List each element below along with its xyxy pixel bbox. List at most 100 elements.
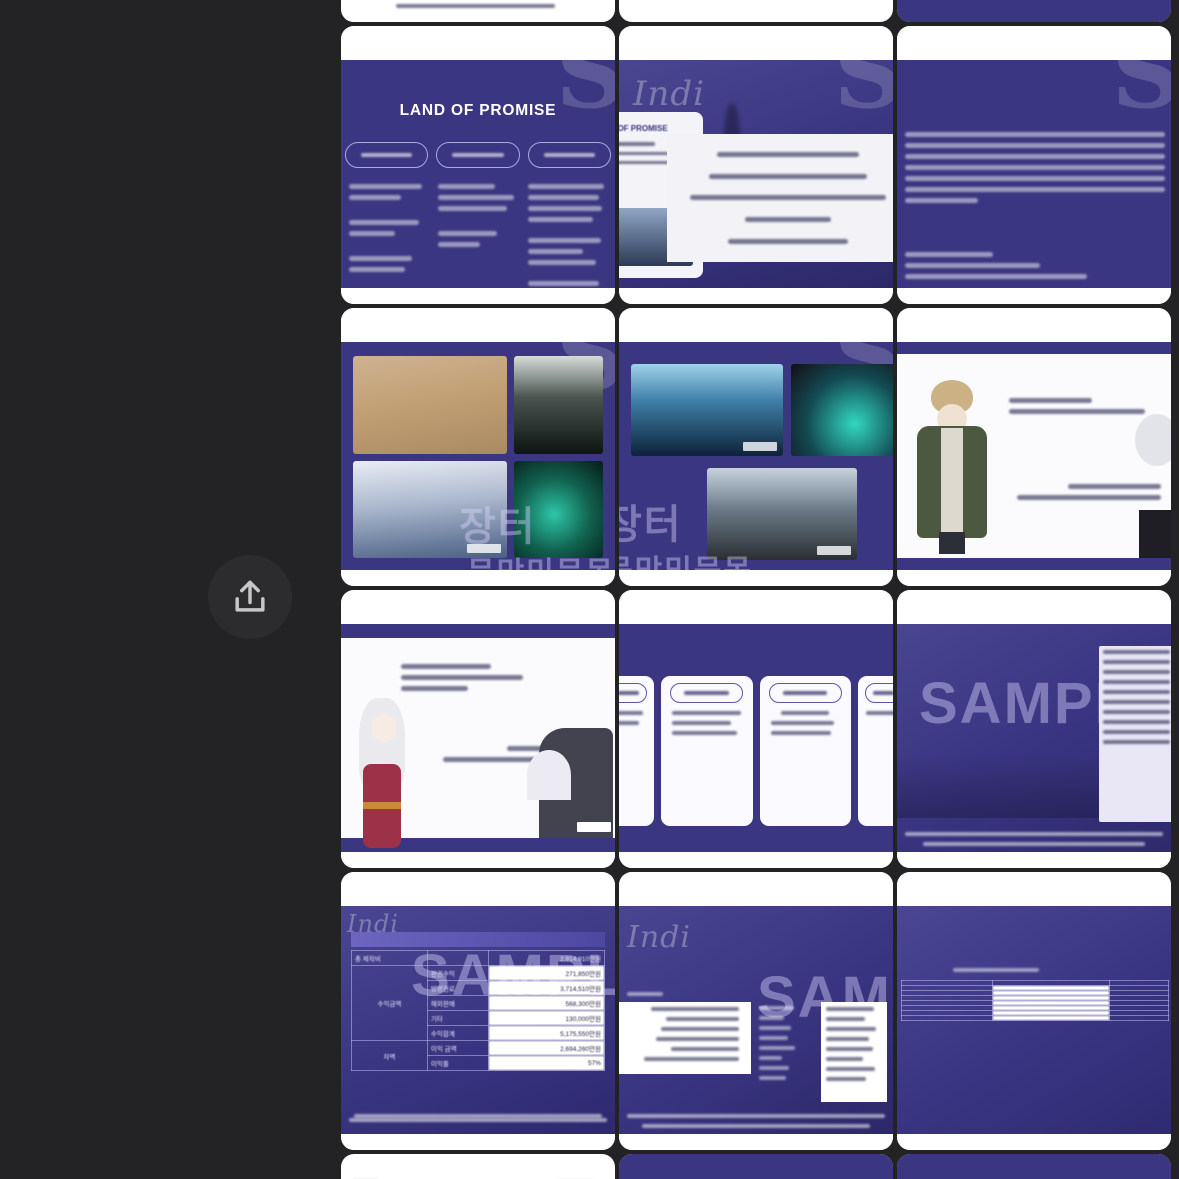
data-table-right (821, 1002, 887, 1102)
subcard-row (619, 676, 893, 826)
pill-row (345, 142, 611, 168)
slide-footnote (627, 1114, 885, 1128)
card-top-margin (341, 26, 615, 60)
image-grid (631, 356, 893, 560)
budget-table: 총 제작비 2,914,910만원 수익금액 판권수익 271,850만원 방영권료… (351, 950, 606, 1071)
card-bottom-margin (341, 852, 615, 868)
subcard (619, 676, 654, 826)
slide-card-budget-breakdown[interactable]: Indi SAMPLE (619, 872, 893, 1150)
slide-card[interactable] (341, 0, 615, 22)
slide-canvas: SAMPLE (897, 624, 1171, 852)
row-amount (991, 1015, 1111, 1021)
image-caption-chip (817, 546, 851, 555)
card-bottom-margin (619, 288, 893, 304)
gallery-viewer: Indi S LAND OF PROMISE (0, 0, 1179, 1179)
image-grid (353, 356, 603, 558)
subcard-body (866, 711, 893, 721)
slide-canvas: S (897, 60, 1171, 288)
card-bottom-margin (619, 570, 893, 586)
card-bottom-margin (619, 852, 893, 868)
card-top-margin (897, 590, 1171, 624)
slide-canvas: S Indi LAND OF PROMISE (619, 60, 893, 288)
table-label (627, 992, 663, 1002)
card-top-margin (619, 872, 893, 906)
slide-canvas (619, 624, 893, 852)
center-label-list (759, 1006, 809, 1086)
slide-canvas: Indi SAMPLE 총 제작비2,914,910만원 수익금액 판권수익27… (341, 906, 615, 1134)
mini-card-title: LAND OF PROMISE (619, 124, 668, 133)
secondary-character (1135, 414, 1171, 466)
slide-card-synopsis[interactable]: S (897, 26, 1171, 304)
dialogue-line (1001, 484, 1161, 506)
card-bottom-margin (897, 852, 1171, 868)
card-bottom-margin (897, 1134, 1171, 1150)
slide-grid: Indi S LAND OF PROMISE (341, 0, 1179, 1179)
image-ruined-landscape (707, 468, 857, 560)
slide-card-character-b[interactable] (341, 590, 615, 868)
subcard-caption (669, 683, 744, 703)
card-bottom-margin (341, 1134, 615, 1150)
subcard-caption (768, 683, 843, 703)
image-ice-castle (631, 364, 783, 456)
script-overlay: Indi (633, 74, 705, 114)
table-row: 총 제작비 2,914,910만원 (351, 950, 606, 966)
card-top-margin (897, 308, 1171, 342)
subcard-body (771, 711, 840, 741)
slide-card-logline[interactable]: S Indi LAND OF PROMISE (619, 26, 893, 304)
card-bottom-margin (897, 288, 1171, 304)
slide-canvas (897, 1154, 1171, 1179)
body-column (527, 184, 607, 286)
card-bottom-margin (897, 570, 1171, 586)
slide-card-character-a[interactable] (897, 308, 1171, 586)
slide-canvas: S LAND OF PROMISE (341, 60, 615, 288)
brand-letter: S (833, 60, 893, 130)
slide-card-structure[interactable] (619, 590, 893, 868)
table-title (953, 968, 1039, 978)
script-overlay: Indi (627, 920, 691, 955)
slide-top-band (341, 624, 615, 638)
pill-badge (436, 142, 520, 168)
card-top-margin (619, 308, 893, 342)
slide-title: LAND OF PROMISE (399, 102, 557, 119)
slide-card[interactable] (619, 1154, 893, 1179)
image-caption-chip (466, 544, 501, 553)
slide-card-land-of-promise[interactable]: S LAND OF PROMISE (341, 26, 615, 304)
share-upload-button[interactable] (208, 555, 292, 639)
slide-canvas: S 장터 뭉망밍뭉몽 (619, 342, 893, 570)
slide-top-band (897, 342, 1171, 354)
row-pct (1109, 1015, 1169, 1021)
slide-card-investment[interactable] (897, 872, 1171, 1150)
card-top-margin (341, 872, 615, 906)
body-column (349, 184, 428, 282)
image-green-cave (513, 460, 603, 558)
slide-card-moodboard-b[interactable]: S 장터 뭉망밍뭉몽 (619, 308, 893, 586)
row-label (901, 1015, 993, 1021)
slide-card-moodboard-a[interactable]: S 장터 뭉망밍뭉몽 (341, 308, 615, 586)
slide-card-budget[interactable]: Indi SAMPLE 총 제작비2,914,910만원 수익금액 판권수익27… (341, 872, 615, 1150)
table-row (901, 1015, 1169, 1021)
slide-card[interactable]: Indi (897, 0, 1171, 22)
subcard (858, 676, 893, 826)
slide-card[interactable] (897, 1154, 1171, 1179)
table-row: 수익금액 판권수익 271,850만원 (351, 965, 606, 1041)
character-dark-figure (523, 720, 615, 838)
body-column (438, 184, 517, 282)
slide-card-schedule[interactable]: SAMPLE (897, 590, 1171, 868)
slide-card[interactable] (619, 0, 893, 22)
slide-canvas: S 장터 뭉망밍뭉몽 (341, 342, 615, 570)
slide-body (897, 354, 1171, 558)
body-columns (349, 184, 607, 286)
image-dark-forest (513, 356, 603, 454)
card-top-margin (897, 872, 1171, 906)
table-title-bar (351, 932, 605, 947)
card-top-margin (341, 308, 615, 342)
subcard (759, 676, 852, 826)
card-top-margin (619, 26, 893, 60)
slide-canvas (897, 906, 1171, 1134)
dialogue-line (401, 664, 597, 697)
slide-card[interactable] (341, 1154, 615, 1179)
subcard-caption (865, 683, 893, 703)
paragraph-block (905, 132, 1165, 209)
image-desert-ruins (353, 356, 507, 454)
character-white-hair (343, 698, 417, 848)
